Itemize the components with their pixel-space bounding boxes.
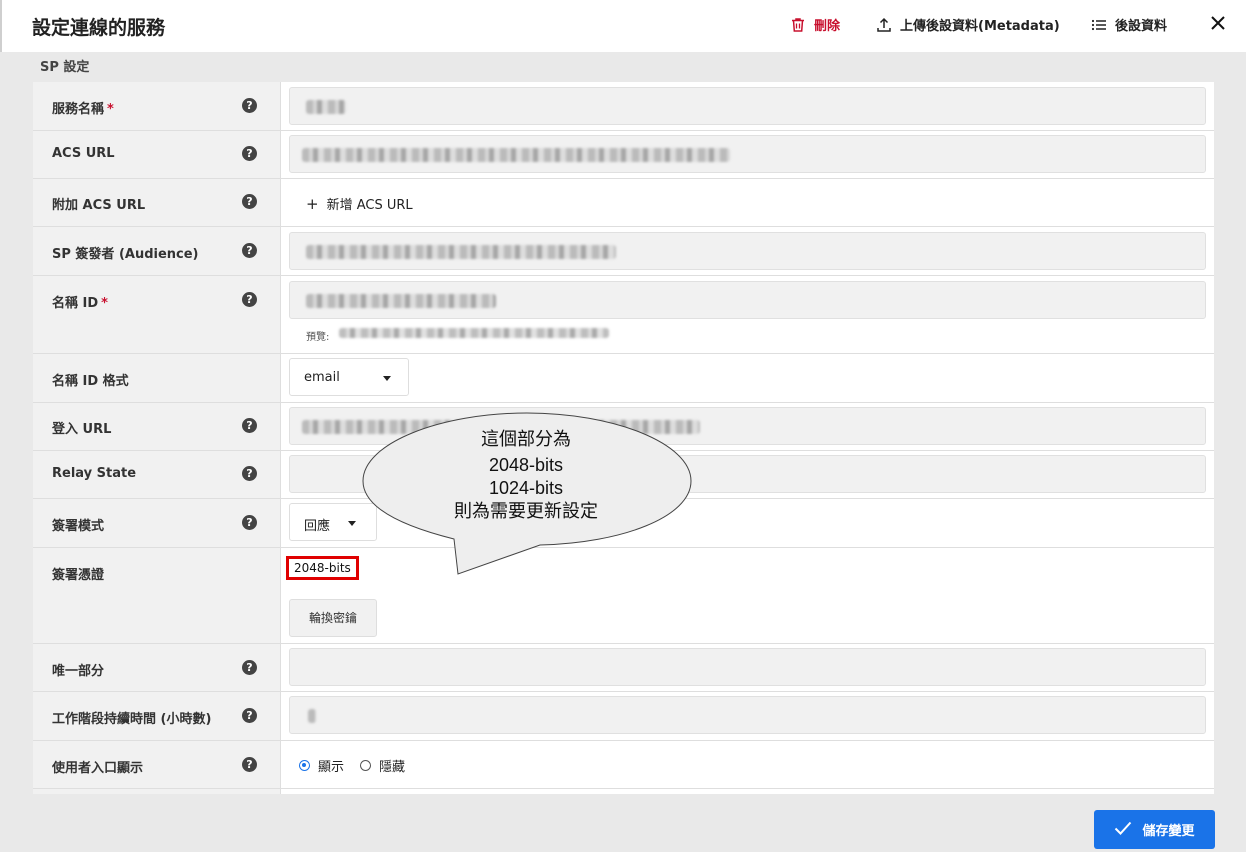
portal-display-label: 使用者入口顯示 (52, 761, 144, 776)
row-acs-url: ACS URL ? (33, 130, 1214, 179)
help-icon[interactable]: ? (242, 243, 257, 258)
redacted-preview (339, 328, 609, 338)
upload-metadata-label: 上傳後設資料(Metadata) (900, 19, 1060, 34)
session-duration-label: 工作階段持續時間 (小時數) (52, 712, 212, 727)
unique-part-label: 唯一部分 (52, 664, 105, 679)
signing-cert-label: 簽署憑證 (52, 568, 105, 583)
help-icon[interactable]: ? (242, 418, 257, 433)
radio-checked-icon (299, 760, 310, 771)
name-id-format-value: email (304, 370, 340, 385)
help-icon[interactable]: ? (242, 515, 257, 530)
row-portal-display: 使用者入口顯示 ? 顯示 隱藏 (33, 740, 1214, 789)
redacted-value (306, 100, 346, 114)
redacted-value (306, 245, 616, 259)
callout-line-2: 2048-bits (488, 455, 564, 475)
sp-issuer-label: SP 簽發者 (Audience) (52, 247, 199, 262)
help-icon[interactable]: ? (242, 194, 257, 209)
delete-button[interactable]: 刪除 (790, 15, 840, 34)
caret-down-icon (383, 376, 391, 381)
login-url-label: 登入 URL (52, 422, 112, 437)
radio-unchecked-icon (360, 760, 371, 771)
metadata-label: 後設資料 (1115, 19, 1168, 34)
row-signing-cert: 簽署憑證 2048-bits 輪換密鑰 (33, 547, 1214, 644)
row-name-id-format: 名稱 ID 格式 email (33, 353, 1214, 403)
close-icon (1209, 16, 1227, 36)
trash-icon (790, 17, 806, 33)
name-id-format-select[interactable]: email (289, 358, 409, 396)
relay-state-label: Relay State (52, 466, 137, 481)
help-icon[interactable]: ? (242, 757, 257, 772)
callout-line-4: 則為需要更新設定 (454, 501, 598, 521)
rotate-key-button[interactable]: 輪換密鑰 (289, 599, 377, 637)
delete-label: 刪除 (814, 19, 841, 34)
help-icon[interactable]: ? (242, 98, 257, 113)
required-mark: * (107, 102, 114, 117)
radio-hide[interactable]: 隱藏 (360, 756, 405, 775)
required-mark: * (101, 296, 108, 311)
help-icon[interactable]: ? (242, 660, 257, 675)
save-changes-button[interactable]: 儲存變更 (1094, 810, 1215, 849)
redacted-value (306, 294, 496, 308)
row-extra-acs-url: 附加 ACS URL ? + 新增 ACS URL (33, 178, 1214, 227)
acs-url-label: ACS URL (52, 146, 115, 161)
radio-show[interactable]: 顯示 (299, 756, 344, 775)
metadata-button[interactable]: 後設資料 (1091, 15, 1167, 34)
callout-text: 這個部分為 2048-bits 1024-bits 則為需要更新設定 (380, 428, 672, 522)
callout-line-1: 這個部分為 (481, 429, 571, 449)
sp-issuer-input[interactable] (289, 232, 1206, 270)
service-name-label: 服務名稱 (52, 102, 105, 117)
row-unique-part: 唯一部分 ? (33, 643, 1214, 692)
signing-mode-value: 回應 (304, 519, 331, 534)
upload-icon (876, 17, 892, 33)
redacted-value (308, 709, 316, 723)
unique-part-input[interactable] (289, 648, 1206, 686)
section-title: SP 設定 (40, 60, 90, 75)
name-id-preview-label: 預覽: (306, 332, 330, 343)
upload-metadata-button[interactable]: 上傳後設資料(Metadata) (876, 15, 1060, 34)
cert-key-size: 2048-bits (286, 556, 359, 580)
add-acs-url-label: 新增 ACS URL (326, 198, 413, 213)
acs-url-input[interactable] (289, 135, 1206, 173)
signing-mode-select[interactable]: 回應 (289, 503, 377, 541)
dialog-header: 設定連線的服務 刪除 上傳後設資料(Metadata) 後設資料 (0, 0, 1246, 52)
row-sp-issuer: SP 簽發者 (Audience) ? (33, 226, 1214, 276)
extra-acs-url-label: 附加 ACS URL (52, 198, 146, 213)
check-icon (1114, 821, 1132, 839)
save-changes-label: 儲存變更 (1142, 824, 1195, 839)
radio-show-label: 顯示 (318, 760, 345, 775)
row-service-name: 服務名稱 * ? (33, 82, 1214, 131)
radio-hide-label: 隱藏 (379, 760, 406, 775)
close-button[interactable] (1209, 14, 1227, 36)
row-name-id: 名稱 ID * ? 預覽: (33, 275, 1214, 354)
name-id-label: 名稱 ID (52, 296, 99, 311)
name-id-input[interactable] (289, 281, 1206, 319)
name-id-format-label: 名稱 ID 格式 (52, 374, 129, 389)
help-icon[interactable]: ? (242, 292, 257, 307)
list-icon (1091, 18, 1107, 32)
callout-line-3: 1024-bits (488, 478, 564, 498)
redacted-value (302, 148, 730, 162)
add-acs-url-button[interactable]: + 新增 ACS URL (306, 194, 413, 213)
signing-mode-label: 簽署模式 (52, 519, 105, 534)
help-icon[interactable]: ? (242, 708, 257, 723)
help-icon[interactable]: ? (242, 466, 257, 481)
help-icon[interactable]: ? (242, 146, 257, 161)
row-session-duration: 工作階段持續時間 (小時數) ? (33, 691, 1214, 741)
caret-down-icon (348, 521, 356, 526)
plus-icon: + (306, 195, 319, 213)
session-duration-input[interactable] (289, 696, 1206, 734)
service-name-input[interactable] (289, 87, 1206, 125)
dialog-title: 設定連線的服務 (32, 17, 166, 39)
